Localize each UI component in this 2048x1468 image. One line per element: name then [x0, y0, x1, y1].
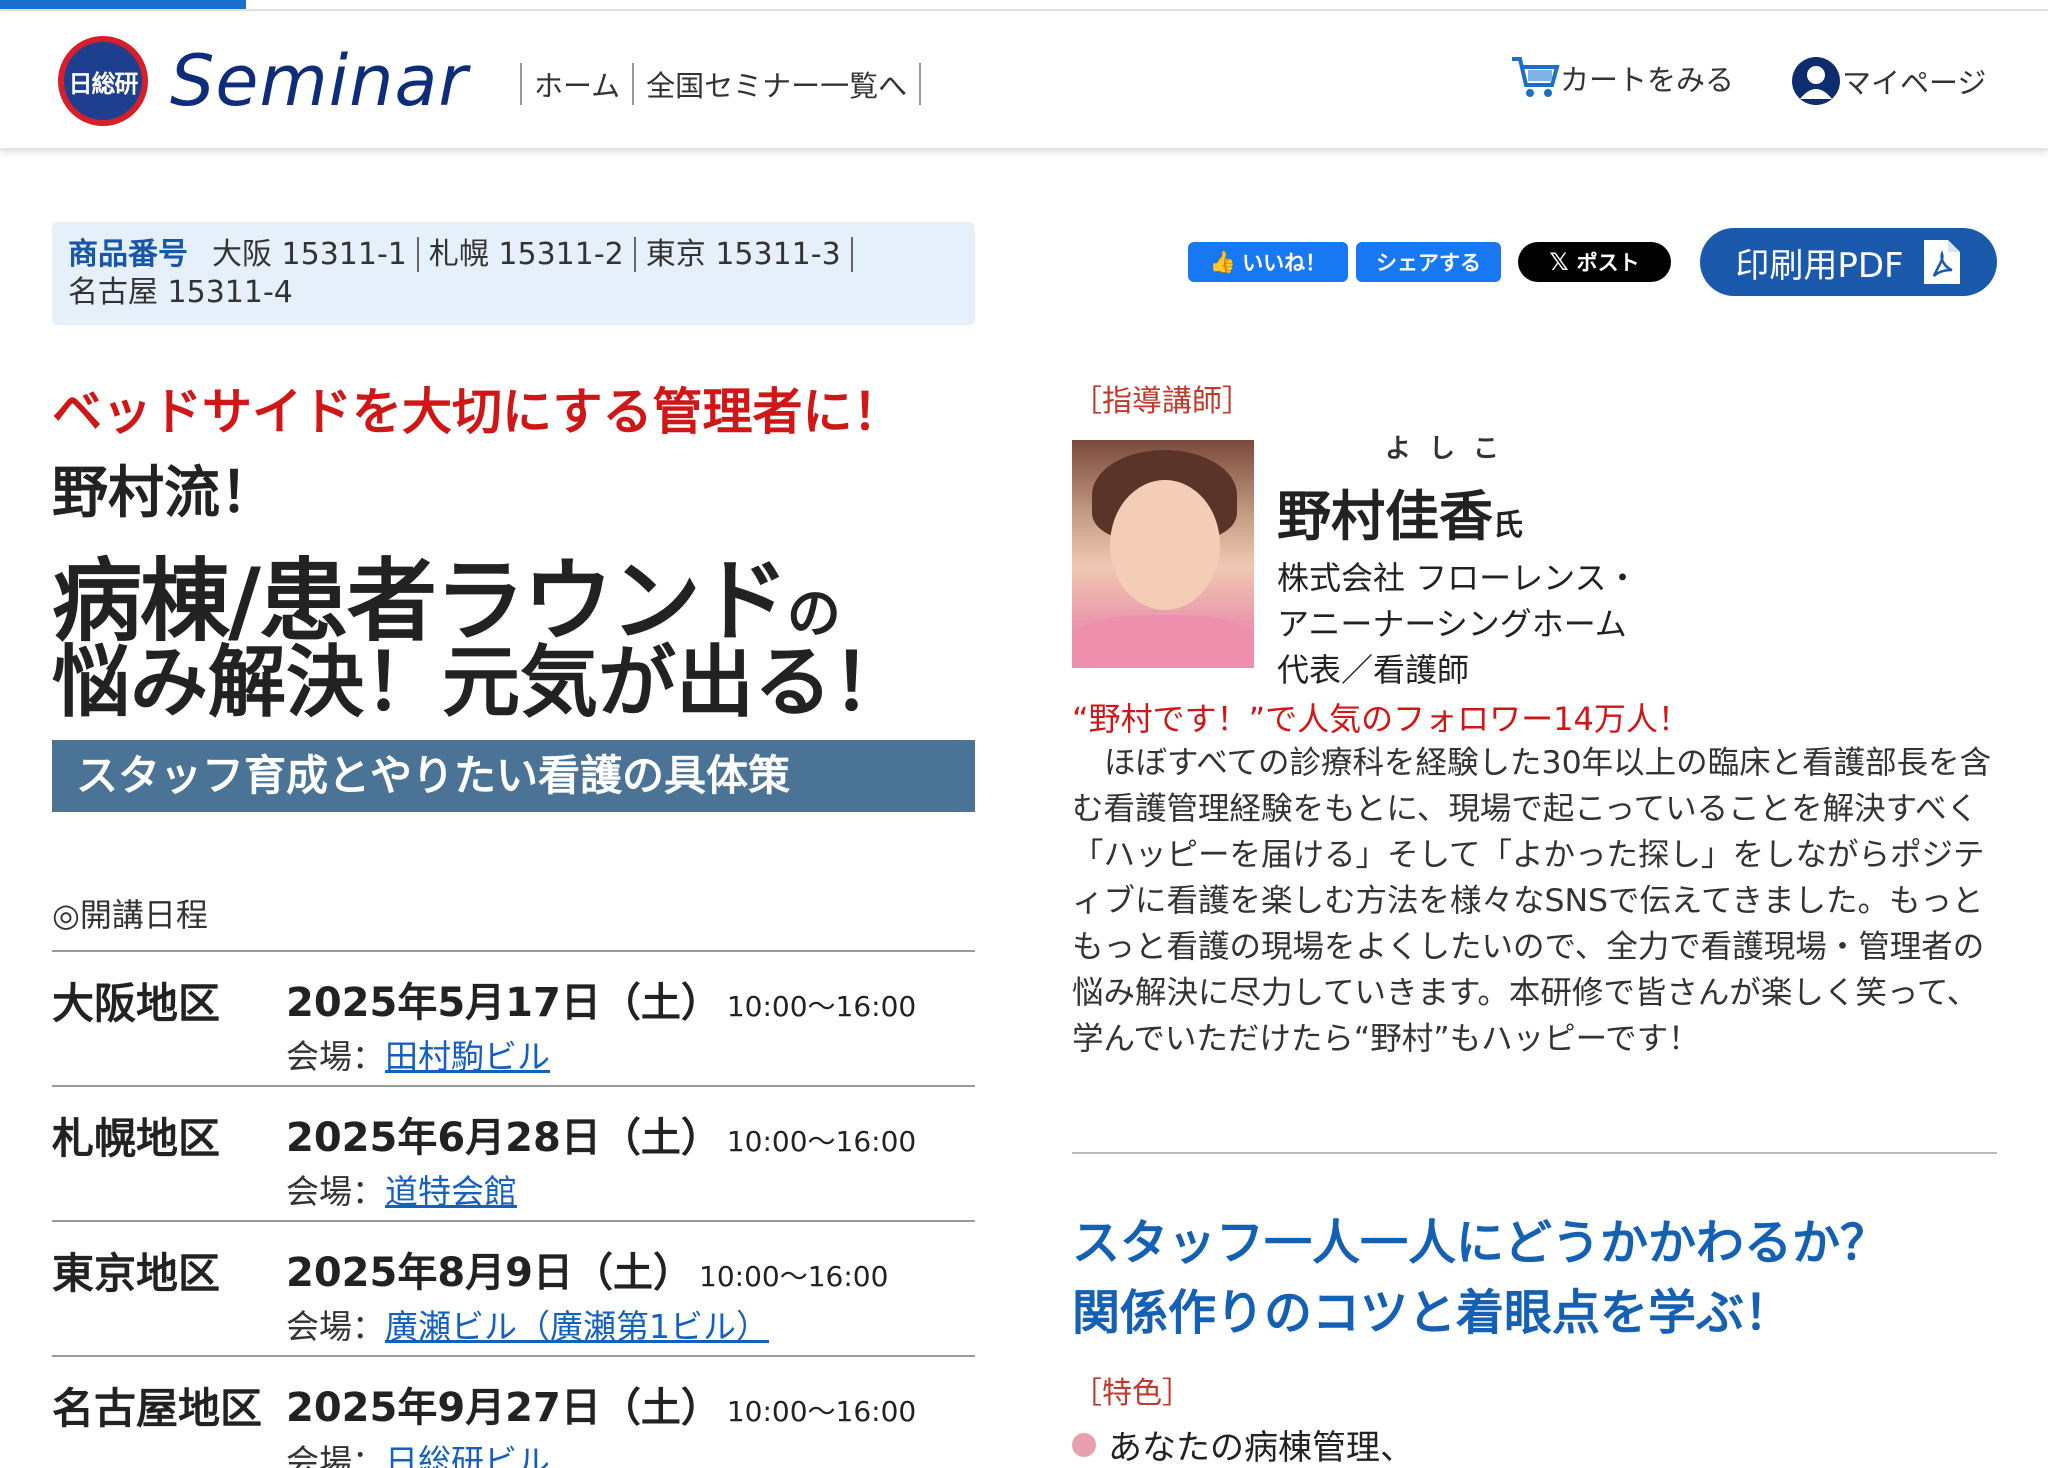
schedule-row: 東京地区 2025年8月9日（土） 10:00〜16:00 会場：廣瀬ビル（廣瀬第… [52, 1220, 975, 1355]
top-nav: ホーム 全国セミナー一覧へ [520, 63, 922, 105]
catch-copy: ベッドサイドを大切にする管理者に！ [52, 383, 903, 441]
time-text: 10:00〜16:00 [726, 1125, 917, 1158]
feature-item: あなたの病棟管理、 [1072, 1420, 1414, 1468]
logo-text: Seminar [170, 40, 469, 122]
time-text: 10:00〜16:00 [699, 1260, 889, 1293]
date-text: 2025年9月27日（土） [286, 1385, 721, 1431]
instructor-photo [1072, 440, 1254, 668]
venue-label: 会場： [286, 1307, 385, 1346]
schedule-region: 名古屋地区 [52, 1384, 263, 1433]
instructor-description: ほぼすべての診療科を経験した30年以上の臨床と看護部長を含む看護管理経験をもとに… [1072, 745, 1992, 1057]
venue-link[interactable]: 日総研ビル [385, 1442, 550, 1468]
affiliation-line: 株式会社 フローレンス・ [1277, 559, 1639, 597]
product-number-label: 商品番号 [68, 237, 188, 272]
headline-line: 関係作りのコツと着眼点を学ぶ！ [1072, 1285, 1793, 1341]
product-code: 名古屋 15311-4 [68, 275, 293, 310]
schedule-row: 大阪地区 2025年5月17日（土） 10:00〜16:00 会場：田村駒ビル [52, 950, 975, 1085]
schedule-row: 札幌地区 2025年6月28日（土） 10:00〜16:00 会場：道特会館 [52, 1085, 975, 1220]
schedule-row: 名古屋地区 2025年9月27日（土） 10:00〜16:00 会場：日総研ビル [52, 1355, 975, 1468]
date-text: 2025年6月28日（土） [286, 1115, 721, 1161]
time-text: 10:00〜16:00 [726, 1395, 917, 1428]
pdf-label: 印刷用PDF [1735, 245, 1904, 286]
nav-home-link[interactable]: ホーム [520, 63, 632, 105]
venue-link[interactable]: 田村駒ビル [385, 1037, 550, 1076]
venue-link[interactable]: 道特会館 [385, 1172, 517, 1211]
feature-text: あなたの病棟管理、 [1108, 1428, 1414, 1468]
product-number-box: 商品番号 大阪 15311-1 札幌 15311-2 東京 15311-3 名古屋 1… [52, 222, 975, 325]
instructor-name: 野村佳香氏 [1277, 472, 1523, 551]
instructor-affiliation: 株式会社 フローレンス・ アニーナーシングホーム 代表／看護師 [1277, 555, 1639, 693]
photo-face [1110, 480, 1220, 610]
instructor-label: ［指導講師］ [1072, 384, 1252, 419]
instructor-highlight: “野村です！”で人気のフォロワー14万人！ [1072, 700, 1690, 738]
schedule-date: 2025年9月27日（土） 10:00〜16:00 [286, 1375, 916, 1433]
logo-badge-text: 日総研 [68, 69, 139, 98]
x-post-button[interactable]: 𝕏 ポスト [1518, 242, 1671, 282]
affiliation-line: アニーナーシングホーム [1277, 605, 1627, 643]
nav-seminar-list-link[interactable]: 全国セミナー一覧へ [632, 63, 922, 105]
site-logo[interactable]: 日総研 Seminar [58, 36, 468, 126]
instructor-name-ruby: よしこ [1385, 434, 1518, 464]
mypage-label: マイページ [1842, 66, 1987, 100]
facebook-like-button[interactable]: 👍 いいね！ [1188, 242, 1348, 282]
schedule-heading: ◎開講日程 [52, 896, 208, 934]
features-label: ［特色］ [1072, 1376, 1192, 1411]
cart-label: カートをみる [1560, 63, 1735, 97]
date-text: 2025年5月17日（土） [286, 980, 721, 1026]
product-code: 大阪 15311-1 [212, 237, 419, 272]
schedule-venue: 会場：日総研ビル [286, 1435, 550, 1468]
product-code: 東京 15311-3 [645, 237, 853, 272]
schedule-date: 2025年5月17日（土） 10:00〜16:00 [286, 970, 916, 1028]
schedule-region: 大阪地区 [52, 979, 221, 1028]
section-headline: スタッフ一人一人にどうかかわるか？ 関係作りのコツと着眼点を学ぶ！ [1072, 1208, 1888, 1348]
affiliation-line: 代表／看護師 [1277, 651, 1470, 689]
facebook-share-button[interactable]: シェアする [1356, 242, 1501, 282]
venue-label: 会場： [286, 1037, 385, 1076]
logo-badge: 日総研 [58, 36, 148, 126]
venue-link[interactable]: 廣瀬ビル（廣瀬第1ビル） [385, 1307, 769, 1346]
mypage-link[interactable]: マイページ [1790, 55, 1986, 107]
post-label: ポスト [1576, 251, 1640, 275]
thumbs-up-icon: 👍 [1209, 249, 1237, 274]
cart-link[interactable]: カートをみる [1510, 55, 1734, 101]
print-pdf-button[interactable]: 印刷用PDF [1700, 228, 1997, 296]
schedule-region: 札幌地区 [52, 1114, 221, 1163]
schedule-venue: 会場：廣瀬ビル（廣瀬第1ビル） [286, 1300, 769, 1348]
time-text: 10:00〜16:00 [726, 990, 917, 1023]
share-label: シェアする [1376, 251, 1481, 275]
schedule-region: 東京地区 [52, 1249, 221, 1298]
section-divider [1072, 1152, 1997, 1154]
schedule-date: 2025年6月28日（土） 10:00〜16:00 [286, 1105, 916, 1163]
cart-icon [1512, 57, 1560, 97]
date-text: 2025年8月9日（土） [286, 1250, 693, 1296]
venue-label: 会場： [286, 1442, 385, 1468]
x-logo-icon: 𝕏 [1549, 248, 1569, 276]
user-avatar-icon [1792, 57, 1840, 105]
bullet-dot-icon [1072, 1432, 1096, 1457]
venue-label: 会場： [286, 1172, 385, 1211]
title-line-3: 悩み解決！元気が出る！ [52, 638, 911, 728]
instructor-name-text: 野村佳香 [1277, 485, 1493, 548]
pdf-file-icon [1923, 240, 1960, 284]
subtitle-bar: スタッフ育成とやりたい看護の具体策 [52, 740, 975, 812]
headline-line: スタッフ一人一人にどうかかわるか？ [1072, 1215, 1889, 1271]
site-header: 日総研 Seminar ホーム 全国セミナー一覧へ カートをみる マイページ [0, 11, 2048, 151]
schedule-venue: 会場：田村駒ビル [286, 1030, 550, 1078]
product-code: 札幌 15311-2 [428, 237, 636, 272]
instructor-honorific: 氏 [1493, 508, 1523, 543]
page-load-progress [0, 0, 246, 9]
like-label: いいね！ [1242, 251, 1327, 275]
title-line-1: 野村流！ [52, 461, 276, 526]
schedule-date: 2025年8月9日（土） 10:00〜16:00 [286, 1240, 888, 1298]
photo-body [1072, 615, 1254, 668]
schedule-venue: 会場：道特会館 [286, 1165, 517, 1213]
